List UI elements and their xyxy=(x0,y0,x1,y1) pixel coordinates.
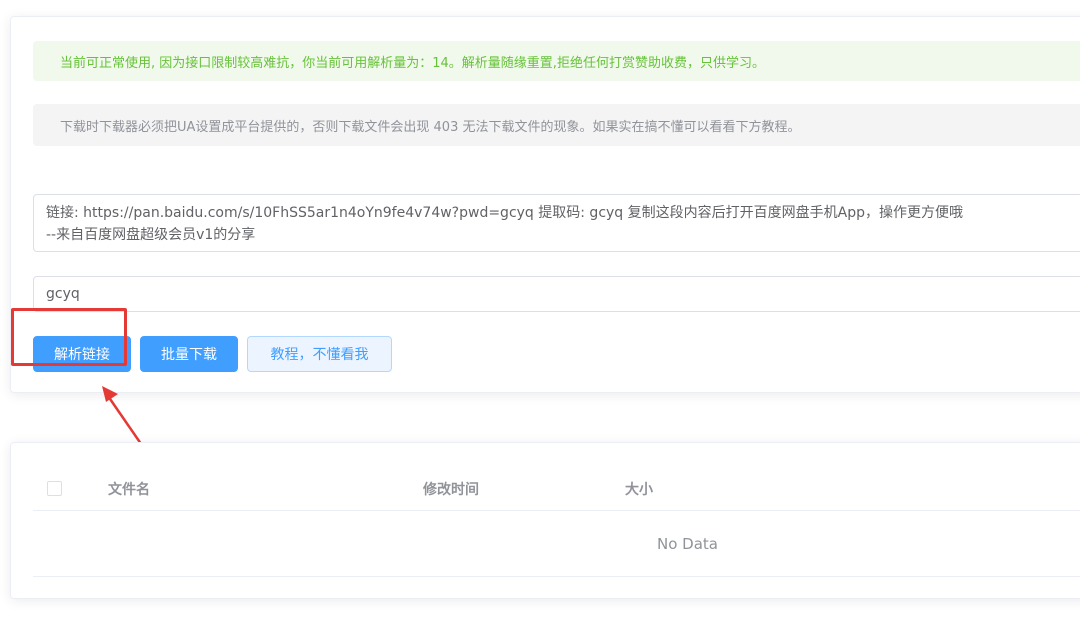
select-all-checkbox[interactable] xyxy=(47,481,62,496)
tutorial-label: 教程，不懂看我 xyxy=(270,347,369,363)
ua-notice-text: 下载时下载器必须把UA设置成平台提供的，否则下载文件会出现 403 无法下载文件… xyxy=(60,119,801,135)
column-modified-time[interactable]: 修改时间 xyxy=(423,479,479,499)
parse-link-label: 解析链接 xyxy=(54,347,110,363)
extract-code-input[interactable]: gcyq xyxy=(33,276,1080,312)
column-size[interactable]: 大小 xyxy=(625,479,653,499)
table-header: 文件名 修改时间 大小 xyxy=(33,467,1080,511)
batch-download-button[interactable]: 批量下载 xyxy=(140,336,238,372)
parse-link-button[interactable]: 解析链接 xyxy=(33,336,131,372)
usage-notice-text: 当前可正常使用, 因为接口限制较高难抗，你当前可用解析量为：14。解析量随缘重置… xyxy=(60,55,765,71)
batch-download-label: 批量下载 xyxy=(161,347,217,363)
share-link-textarea[interactable]: 链接: https://pan.baidu.com/s/10FhSS5ar1n4… xyxy=(33,194,1080,252)
empty-row: No Data xyxy=(33,511,1080,577)
usage-notice: 当前可正常使用, 因为接口限制较高难抗，你当前可用解析量为：14。解析量随缘重置… xyxy=(33,41,1080,81)
column-filename[interactable]: 文件名 xyxy=(108,479,150,499)
parse-panel: 当前可正常使用, 因为接口限制较高难抗，你当前可用解析量为：14。解析量随缘重置… xyxy=(10,16,1080,393)
ua-notice: 下载时下载器必须把UA设置成平台提供的，否则下载文件会出现 403 无法下载文件… xyxy=(33,104,1080,146)
tutorial-button[interactable]: 教程，不懂看我 xyxy=(247,336,392,372)
file-table: 文件名 修改时间 大小 No Data xyxy=(10,442,1080,599)
empty-text: No Data xyxy=(657,535,718,553)
